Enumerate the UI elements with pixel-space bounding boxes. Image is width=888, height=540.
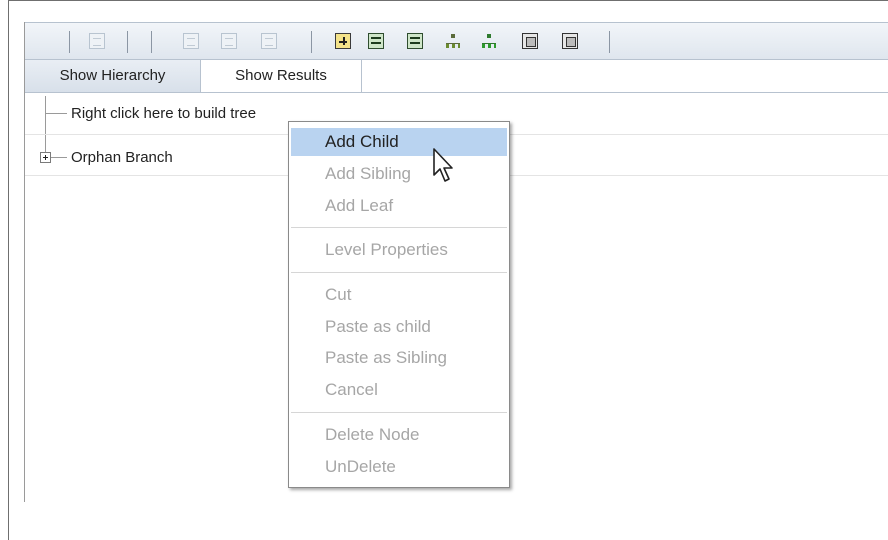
mouse-pointer-icon	[433, 148, 453, 182]
menu-add-leaf[interactable]: Add Leaf	[291, 192, 507, 220]
tree-connector	[45, 96, 46, 158]
tab-show-hierarchy[interactable]: Show Hierarchy	[25, 60, 201, 92]
menu-paste-as-child[interactable]: Paste as child	[291, 313, 507, 341]
view-icon[interactable]	[89, 33, 105, 49]
toolbar	[25, 22, 888, 60]
menu-add-sibling[interactable]: Add Sibling	[291, 160, 507, 188]
tree-connector	[45, 113, 67, 114]
window-border-top	[8, 0, 888, 1]
tab-show-results[interactable]: Show Results	[201, 60, 362, 92]
indent-icon[interactable]	[221, 33, 237, 49]
menu-level-properties[interactable]: Level Properties	[291, 236, 507, 264]
toolbar-separator	[127, 31, 128, 53]
menu-separator	[291, 272, 507, 273]
tree-node-orphan-branch[interactable]: Orphan Branch	[71, 149, 173, 166]
menu-separator	[291, 412, 507, 413]
box-icon[interactable]	[522, 33, 538, 49]
window-border-left	[8, 0, 9, 540]
menu-separator	[291, 227, 507, 228]
toolbar-separator	[69, 31, 70, 53]
grid-icon[interactable]	[368, 33, 384, 49]
app-window: Show Hierarchy Show Results Right click …	[0, 0, 888, 540]
menu-paste-as-sibling[interactable]: Paste as Sibling	[291, 344, 507, 372]
tab-bar: Show Hierarchy Show Results	[25, 60, 888, 93]
toolbar-separator	[151, 31, 152, 53]
menu-add-child[interactable]: Add Child	[291, 128, 507, 156]
menu-cancel[interactable]: Cancel	[291, 376, 507, 404]
toolbar-separator	[311, 31, 312, 53]
context-menu: Add Child Add Sibling Add Leaf Level Pro…	[288, 121, 510, 488]
toolbar-separator	[609, 31, 610, 53]
expand-plus-icon[interactable]	[40, 152, 51, 163]
menu-cut[interactable]: Cut	[291, 281, 507, 309]
tree-icon[interactable]	[445, 33, 461, 49]
outdent-icon[interactable]	[183, 33, 199, 49]
tree-green-icon[interactable]	[481, 33, 497, 49]
menu-undelete[interactable]: UnDelete	[291, 453, 507, 481]
box-alt-icon[interactable]	[562, 33, 578, 49]
expand-icon[interactable]	[335, 33, 351, 49]
tree-connector	[51, 157, 67, 158]
move-icon[interactable]	[261, 33, 277, 49]
tree-root-label[interactable]: Right click here to build tree	[71, 105, 256, 122]
menu-delete-node[interactable]: Delete Node	[291, 421, 507, 449]
grid-alt-icon[interactable]	[407, 33, 423, 49]
